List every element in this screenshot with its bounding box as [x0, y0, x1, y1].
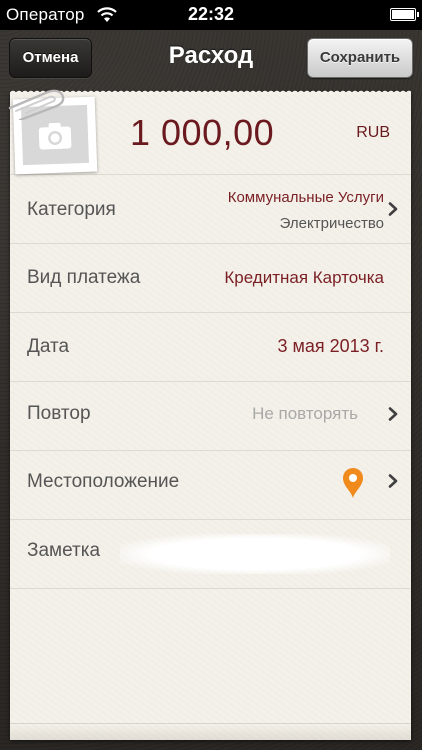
- currency-code[interactable]: RUB: [356, 124, 390, 142]
- expense-form: 1 000,00 RUB Категория Коммунальные Услу…: [8, 88, 411, 740]
- repeat-row[interactable]: Повтор Не повторять: [10, 382, 411, 451]
- status-bar: Оператор 22:32: [0, 0, 422, 30]
- repeat-value: Не повторять: [252, 404, 358, 423]
- map-pin-icon: [343, 468, 363, 498]
- note-field[interactable]: [120, 534, 390, 574]
- amount-value[interactable]: 1 000,00: [130, 112, 274, 154]
- location-row[interactable]: Местоположение: [10, 451, 411, 520]
- chevron-right-icon: [388, 407, 398, 421]
- chevron-right-icon: [388, 474, 398, 488]
- location-label: Местоположение: [27, 471, 180, 492]
- subcategory-value: Электричество: [279, 215, 384, 232]
- date-value: 3 мая 2013 г.: [277, 336, 384, 356]
- paper-edge: [10, 723, 411, 740]
- note-label: Заметка: [27, 540, 101, 561]
- payment-type-row[interactable]: Вид платежа Кредитная Карточка: [10, 244, 411, 313]
- save-button[interactable]: Сохранить: [307, 38, 413, 78]
- payment-type-label: Вид платежа: [27, 267, 141, 288]
- note-row[interactable]: Заметка: [10, 520, 411, 589]
- date-label: Дата: [27, 336, 70, 357]
- category-label: Категория: [27, 199, 116, 220]
- nav-bar: Отмена Расход Сохранить: [0, 30, 422, 86]
- payment-type-value: Кредитная Карточка: [224, 268, 384, 287]
- repeat-label: Повтор: [27, 403, 91, 424]
- date-row[interactable]: Дата 3 мая 2013 г.: [10, 313, 411, 382]
- category-row[interactable]: Категория Коммунальные Услуги Электричес…: [10, 175, 411, 244]
- clock: 22:32: [187, 4, 235, 24]
- category-value: Коммунальные Услуги: [227, 189, 384, 206]
- chevron-right-icon: [388, 202, 398, 216]
- battery-icon: [390, 8, 419, 21]
- paperclip-icon: [8, 89, 65, 120]
- amount-row: 1 000,00 RUB: [8, 89, 411, 175]
